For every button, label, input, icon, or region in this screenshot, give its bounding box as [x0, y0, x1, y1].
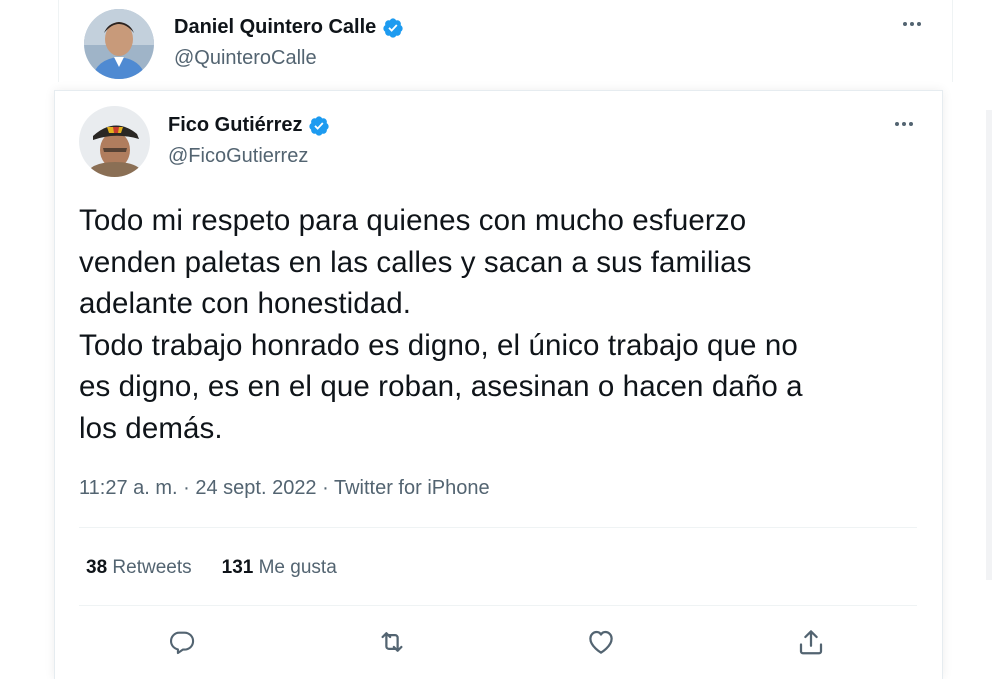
- retweet-icon: [381, 632, 403, 652]
- author-name[interactable]: Fico Gutiérrez: [168, 114, 330, 137]
- share-icon: [799, 630, 823, 655]
- tweet-text-line: Todo mi respeto para quienes con mucho e…: [79, 204, 747, 237]
- scrollbar[interactable]: [986, 110, 992, 580]
- quoting-author-name[interactable]: Daniel Quintero Calle: [174, 16, 404, 39]
- tweet-stats: 38 Retweets 131 Me gusta: [86, 557, 337, 579]
- retweets-stat[interactable]: 38 Retweets: [86, 557, 192, 579]
- tweet-text-line: es digno, es en el que roban, asesinan o…: [79, 370, 803, 403]
- heart-icon: [589, 630, 613, 654]
- likes-label: Me gusta: [258, 557, 337, 578]
- like-button[interactable]: [579, 620, 623, 664]
- more-options-icon: [899, 18, 925, 30]
- avatar[interactable]: [79, 106, 150, 177]
- author-handle[interactable]: @FicoGutierrez: [168, 145, 308, 168]
- retweet-button[interactable]: [370, 620, 414, 664]
- verified-badge-icon: [309, 115, 330, 136]
- more-options-icon: [891, 118, 917, 130]
- tweet-text-line: venden paletas en las calles y sacan a s…: [79, 245, 752, 279]
- reply-icon: [169, 631, 195, 655]
- tweet-text-line: adelante con honestidad.: [79, 287, 412, 320]
- tweet-text-line: los demás.: [79, 411, 223, 445]
- quoting-author-handle[interactable]: @QuinteroCalle: [174, 47, 317, 70]
- retweets-count: 38: [86, 557, 108, 578]
- likes-stat[interactable]: 131 Me gusta: [222, 557, 337, 579]
- author-name-text: Fico Gutiérrez: [168, 114, 303, 136]
- reply-button[interactable]: [160, 620, 204, 664]
- divider: [79, 605, 917, 606]
- share-button[interactable]: [789, 620, 833, 664]
- tweet-actions-bar: [0, 620, 992, 664]
- likes-count: 131: [221, 557, 254, 578]
- more-options-button[interactable]: [899, 18, 925, 30]
- tweet-timestamp-source[interactable]: 11:27 a. m. · 24 sept. 2022 · Twitter fo…: [79, 477, 490, 500]
- more-options-button[interactable]: [891, 118, 917, 130]
- author-name-text: Daniel Quintero Calle: [174, 16, 377, 38]
- retweets-label: Retweets: [112, 557, 192, 578]
- tweet-text-line: Todo trabajo honrado es digno, el único …: [79, 328, 798, 362]
- divider: [79, 527, 917, 528]
- avatar[interactable]: [84, 9, 154, 79]
- tweet-text: Todo mi respeto para quienes con mucho e…: [79, 200, 929, 449]
- verified-badge-icon: [383, 17, 403, 38]
